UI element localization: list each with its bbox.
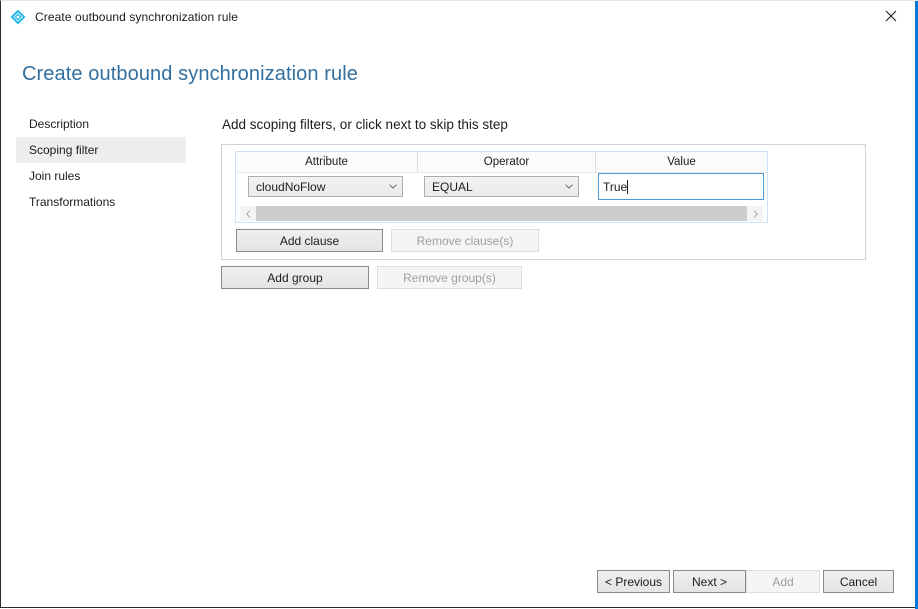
next-button[interactable]: Next > xyxy=(673,570,746,593)
cancel-button[interactable]: Cancel xyxy=(823,570,894,593)
next-button-label: Next > xyxy=(691,574,727,589)
remove-group-button-label: Remove group(s) xyxy=(403,270,496,285)
add-button: Add xyxy=(746,570,820,593)
column-header-value[interactable]: Value xyxy=(596,152,767,172)
text-caret xyxy=(627,179,629,194)
title-bar-text: Create outbound synchronization rule xyxy=(35,9,239,24)
add-clause-button-label: Add clause xyxy=(279,233,340,248)
sidebar-item-label: Scoping filter xyxy=(29,143,99,157)
add-group-button[interactable]: Add group xyxy=(221,266,369,289)
dialog-footer: < Previous Next > Add Cancel xyxy=(1,570,916,594)
clause-table-header-row: Attribute Operator Value xyxy=(236,152,767,173)
sidebar-item-description[interactable]: Description xyxy=(16,111,186,137)
operator-select[interactable]: EQUAL xyxy=(424,176,579,197)
scroll-right-button[interactable] xyxy=(747,206,763,221)
add-clause-button[interactable]: Add clause xyxy=(236,229,383,252)
page-title: Create outbound synchronization rule xyxy=(22,63,359,85)
value-input[interactable]: True xyxy=(598,173,764,200)
sync-rule-diamond-icon xyxy=(10,9,26,24)
sidebar-item-transformations[interactable]: Transformations xyxy=(16,189,186,215)
clause-panel: Attribute Operator Value cloudNoFlow EQU… xyxy=(235,151,768,223)
horizontal-scrollbar[interactable] xyxy=(240,206,763,221)
sidebar-item-join-rules[interactable]: Join rules xyxy=(16,163,186,189)
cancel-button-label: Cancel xyxy=(839,574,878,589)
sidebar-nav: Description Scoping filter Join rules Tr… xyxy=(16,111,186,215)
previous-button-label: < Previous xyxy=(604,574,663,589)
remove-group-button: Remove group(s) xyxy=(377,266,522,289)
clause-row: cloudNoFlow EQUAL True xyxy=(236,173,767,201)
previous-button[interactable]: < Previous xyxy=(597,570,670,593)
title-bar: Create outbound synchronization rule xyxy=(1,1,916,32)
sidebar-item-scoping-filter[interactable]: Scoping filter xyxy=(16,137,186,163)
column-header-operator[interactable]: Operator xyxy=(418,152,596,172)
attribute-select-value: cloudNoFlow xyxy=(256,179,326,194)
column-header-attribute[interactable]: Attribute xyxy=(236,152,418,172)
chevron-right-icon xyxy=(753,209,758,218)
chevron-down-icon xyxy=(560,184,578,189)
add-button-label: Add xyxy=(772,574,794,589)
dialog-window: Create outbound synchronization rule Cre… xyxy=(0,0,918,609)
main-heading: Add scoping filters, or click next to sk… xyxy=(222,117,508,132)
scrollbar-thumb[interactable] xyxy=(256,206,747,221)
sidebar-item-label: Description xyxy=(29,117,90,131)
chevron-left-icon xyxy=(245,209,250,218)
remove-clause-button: Remove clause(s) xyxy=(391,229,539,252)
remove-clause-button-label: Remove clause(s) xyxy=(416,233,514,248)
attribute-select[interactable]: cloudNoFlow xyxy=(248,176,403,197)
scroll-left-button[interactable] xyxy=(240,206,256,221)
scrollbar-track[interactable] xyxy=(256,206,747,221)
chevron-down-icon xyxy=(384,184,402,189)
scoping-filter-group-box: Attribute Operator Value cloudNoFlow EQU… xyxy=(221,144,866,260)
add-group-button-label: Add group xyxy=(267,270,323,285)
operator-select-value: EQUAL xyxy=(432,179,473,194)
sidebar-item-label: Join rules xyxy=(29,169,81,183)
close-button[interactable] xyxy=(868,1,913,31)
sidebar-item-label: Transformations xyxy=(29,195,116,209)
close-icon xyxy=(885,10,896,22)
value-input-text: True xyxy=(603,179,628,194)
